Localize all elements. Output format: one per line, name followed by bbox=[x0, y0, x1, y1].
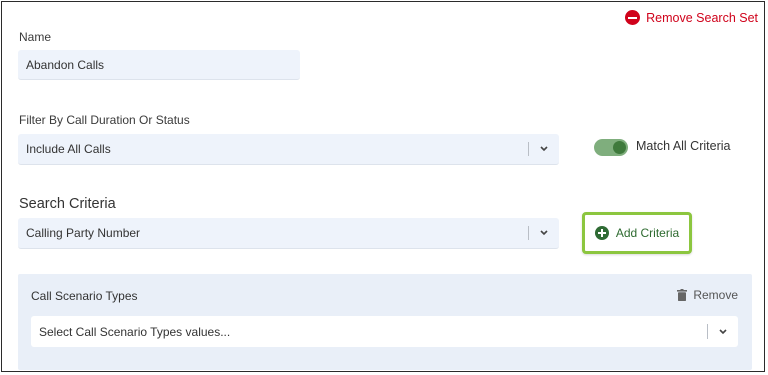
toggle-knob bbox=[613, 141, 626, 154]
minus-circle-icon bbox=[625, 10, 641, 25]
remove-search-set-button[interactable]: Remove Search Set bbox=[625, 10, 758, 25]
trash-icon bbox=[677, 289, 688, 301]
search-criteria-label: Search Criteria bbox=[19, 196, 116, 212]
call-scenario-types-select[interactable]: Select Call Scenario Types values... bbox=[31, 316, 738, 347]
chevron-down-icon bbox=[540, 146, 548, 152]
match-all-label: Match All Criteria bbox=[636, 139, 731, 153]
add-criteria-button[interactable]: Add Criteria bbox=[582, 212, 692, 254]
call-scenario-types-panel: Call Scenario Types Remove Select Call S… bbox=[18, 274, 752, 370]
add-criteria-label: Add Criteria bbox=[615, 226, 680, 240]
panel-title: Call Scenario Types bbox=[31, 289, 138, 303]
chevron-down-icon bbox=[719, 328, 727, 334]
select-divider bbox=[528, 226, 529, 240]
panel-remove-button[interactable]: Remove bbox=[677, 288, 738, 302]
remove-search-set-label: Remove Search Set bbox=[646, 10, 758, 25]
filter-select[interactable]: Include All Calls bbox=[18, 134, 559, 165]
search-criteria-select[interactable]: Calling Party Number bbox=[18, 218, 559, 249]
call-scenario-types-placeholder: Select Call Scenario Types values... bbox=[39, 324, 231, 339]
name-field-value: Abandon Calls bbox=[26, 57, 105, 72]
panel-remove-label: Remove bbox=[693, 288, 738, 302]
filter-select-value: Include All Calls bbox=[26, 142, 111, 156]
chevron-down-icon bbox=[540, 230, 548, 236]
select-divider bbox=[707, 324, 708, 339]
match-all-toggle[interactable] bbox=[594, 139, 628, 156]
select-divider bbox=[528, 142, 529, 156]
name-field[interactable]: Abandon Calls bbox=[18, 50, 300, 80]
search-criteria-value: Calling Party Number bbox=[26, 226, 141, 240]
plus-circle-icon bbox=[594, 226, 609, 240]
name-label: Name bbox=[19, 30, 52, 44]
filter-label: Filter By Call Duration Or Status bbox=[19, 113, 190, 127]
